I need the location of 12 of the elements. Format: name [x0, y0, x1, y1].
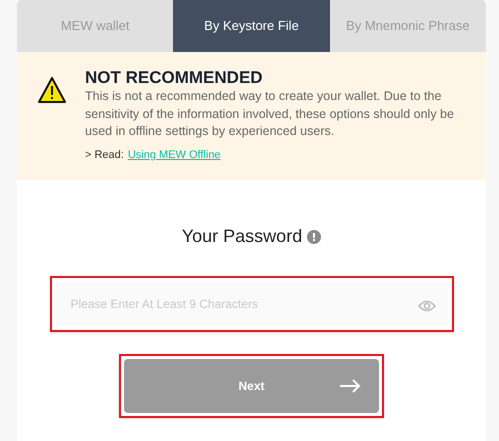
tab[interactable]: MEW wallet [17, 0, 174, 52]
password-title: Your Password [182, 225, 302, 248]
warning-icon [37, 76, 67, 104]
offline-link[interactable]: Using MEW Offline [128, 146, 221, 163]
eye-icon[interactable] [418, 300, 436, 312]
info-icon [307, 230, 322, 244]
read-label: > Read: [85, 148, 124, 162]
tab[interactable]: By Mnemonic Phrase [330, 0, 486, 52]
arrow-icon [339, 379, 361, 393]
warning-text: This is not a recommended way to create your wallet. Due to the sensitivity of the information involved, these options should only be used in offline settings by experienced users. [85, 88, 455, 140]
warning-title: NOT RECOMMENDED [85, 68, 264, 88]
tab[interactable]: By Keystore File [173, 0, 330, 52]
